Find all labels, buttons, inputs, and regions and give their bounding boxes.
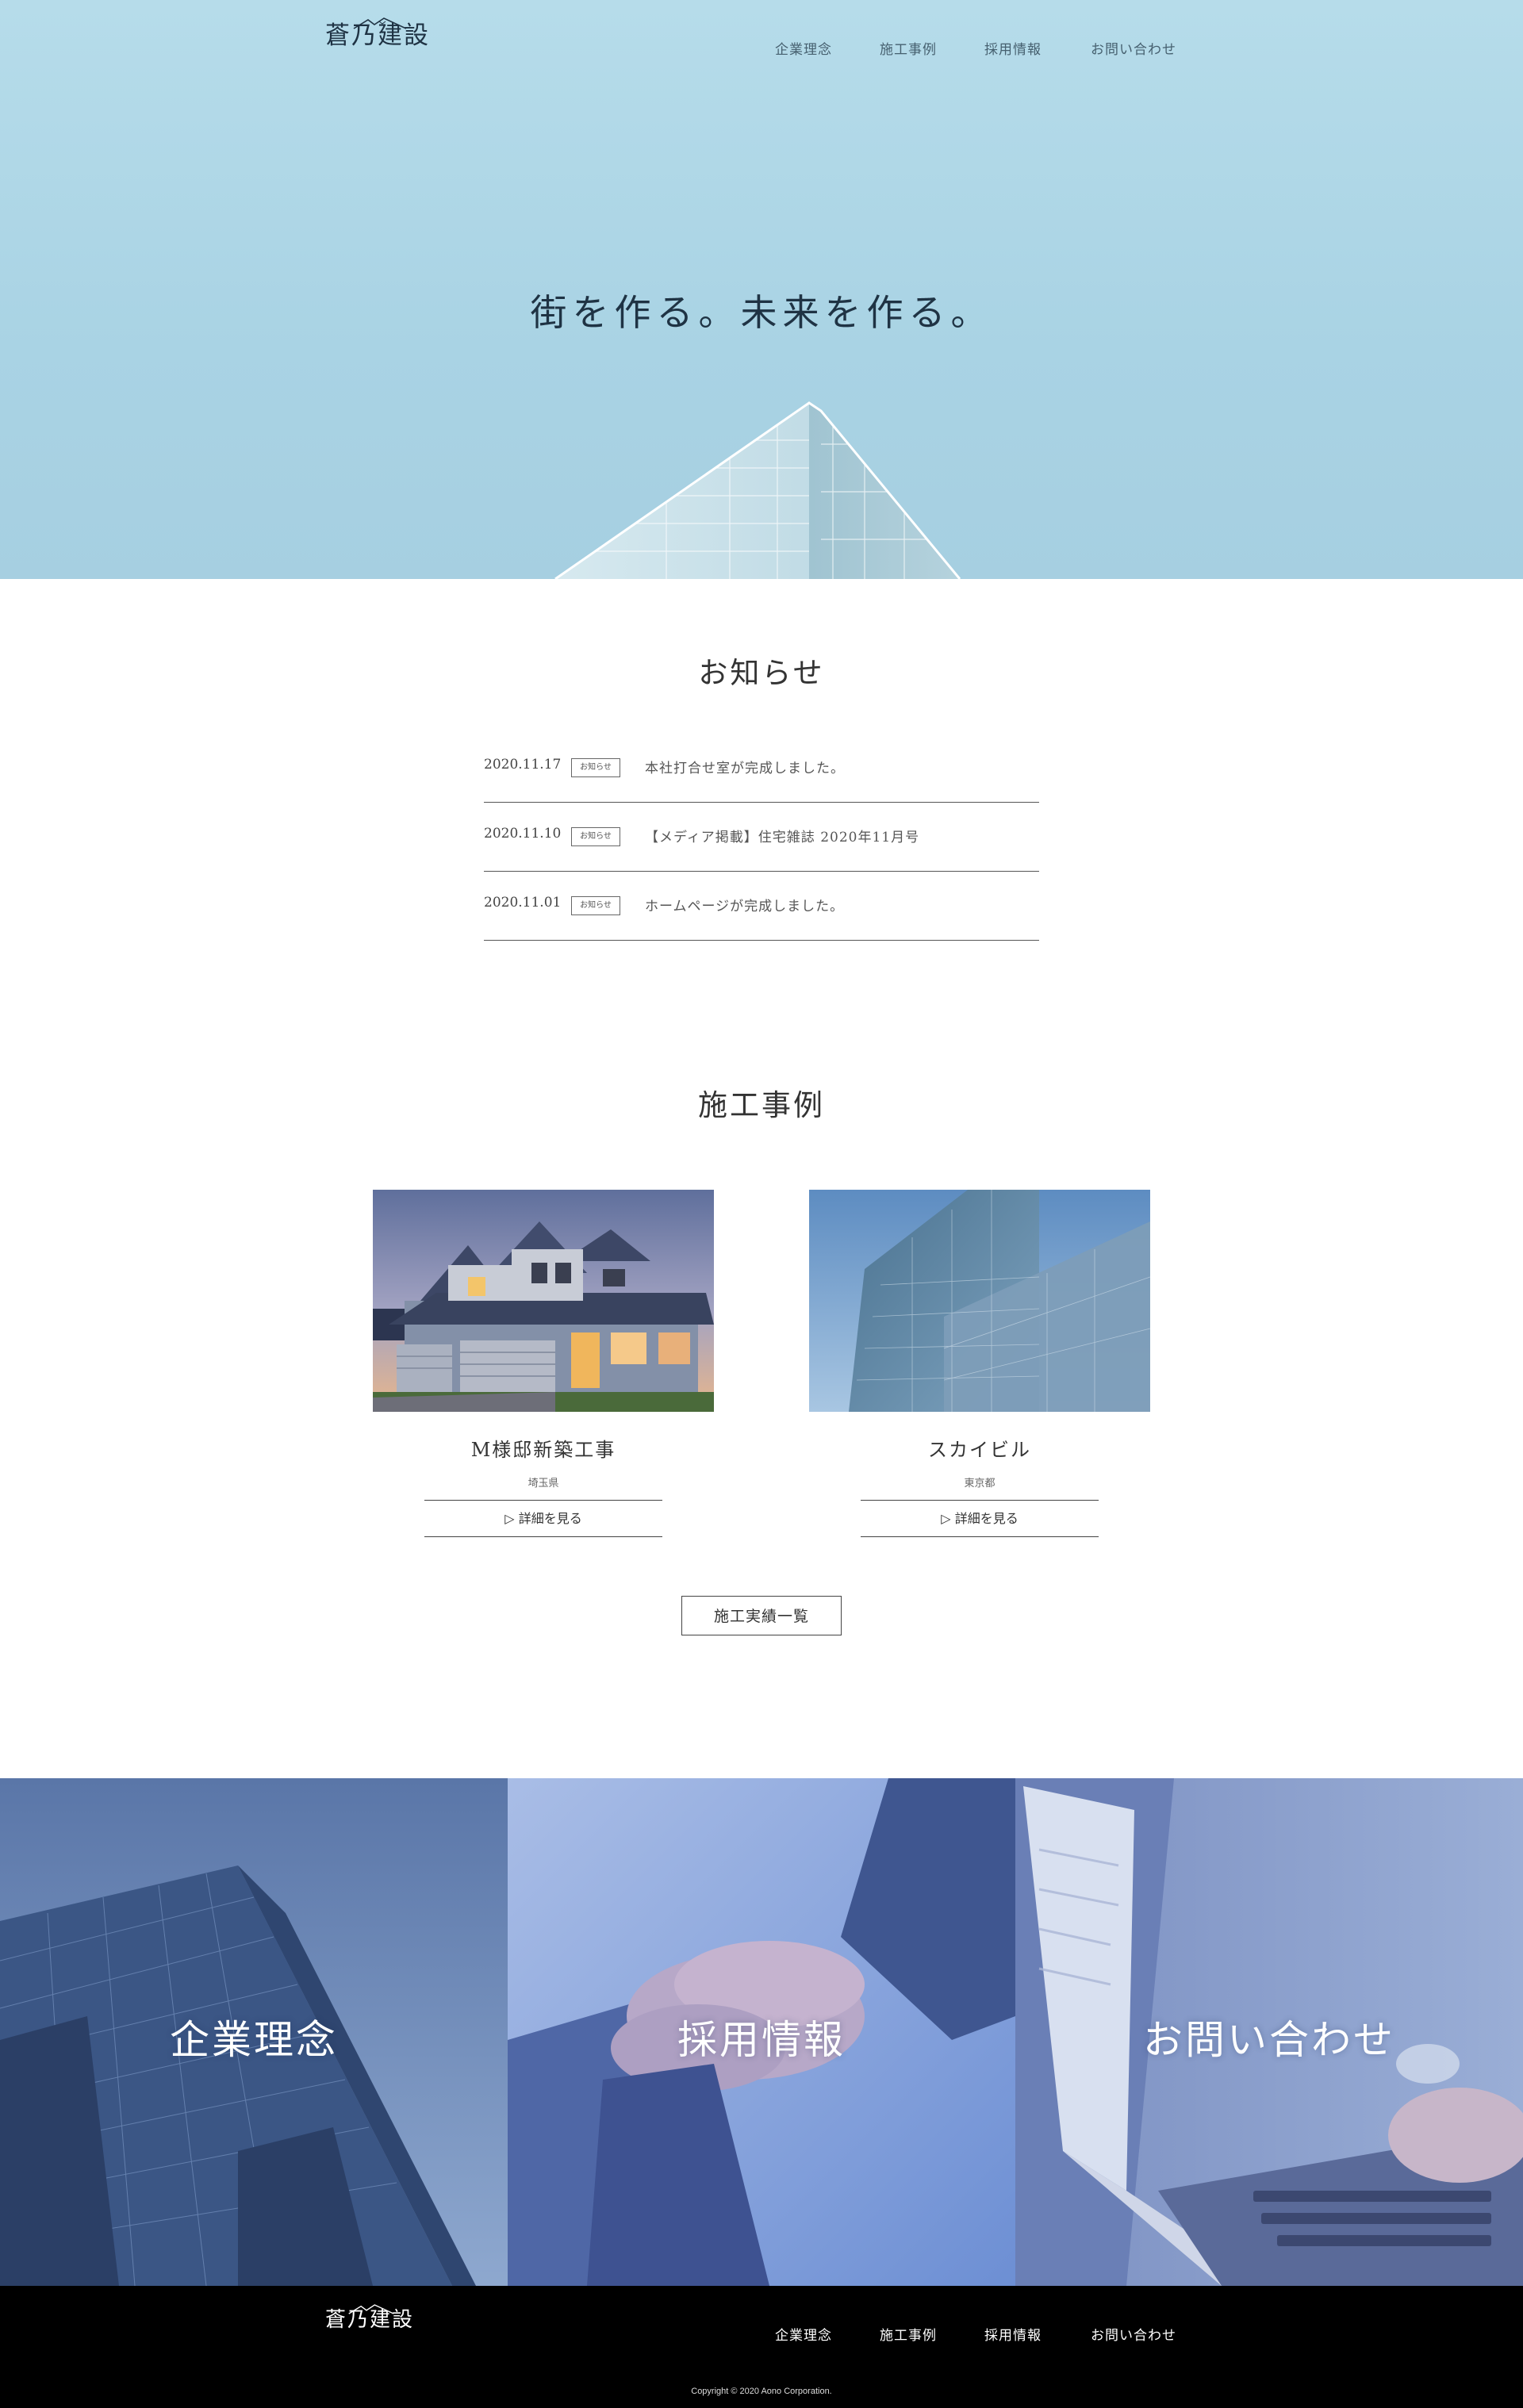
news-date: 2020.11.10 — [484, 826, 562, 842]
panel-label: 企業理念 — [170, 2017, 338, 2063]
office-building-photo[interactable] — [809, 1190, 1150, 1412]
news-tag: お知らせ — [571, 758, 620, 777]
footer-nav-recruit[interactable]: 採用情報 — [984, 2324, 1091, 2344]
brand-logo[interactable]: 蒼乃建設 — [325, 17, 430, 48]
news-item[interactable]: 2020.11.10 お知らせ 【メディア掲載】住宅雑誌 2020年11月号 — [484, 803, 1039, 872]
glass-building-image — [554, 401, 961, 579]
news-tag: お知らせ — [571, 896, 620, 915]
header-nav: 企業理念 施工事例 採用情報 お問い合わせ — [775, 38, 1176, 58]
nav-item-works[interactable]: 施工事例 — [880, 38, 984, 58]
panel-contact[interactable]: お問い合わせ — [1015, 1778, 1523, 2286]
news-tag: お知らせ — [571, 827, 620, 846]
hero-section: 蒼乃建設 企業理念 施工事例 採用情報 お問い合わせ 街を作る。未来を作る。 — [0, 0, 1523, 579]
panel-label: お問い合わせ — [1143, 2017, 1395, 2063]
footer-nav: 企業理念 施工事例 採用情報 お問い合わせ — [775, 2324, 1176, 2344]
news-item[interactable]: 2020.11.01 お知らせ ホームページが完成しました。 — [484, 872, 1039, 941]
news-title: お知らせ — [698, 656, 825, 690]
news-list: 2020.11.17 お知らせ 本社打合せ室が完成しました。 2020.11.1… — [484, 734, 1039, 941]
work-area: 東京都 — [964, 1478, 996, 1490]
works-title: 施工事例 — [698, 1088, 825, 1122]
nav-item-recruit[interactable]: 採用情報 — [984, 38, 1091, 58]
panel-philosophy[interactable]: 企業理念 — [0, 1778, 508, 2286]
works-list-button[interactable]: 施工実績一覧 — [681, 1596, 842, 1635]
panel-recruit[interactable]: 採用情報 — [508, 1778, 1015, 2286]
work-area: 埼玉県 — [527, 1478, 559, 1490]
nav-item-contact[interactable]: お問い合わせ — [1091, 38, 1176, 58]
panel-label: 採用情報 — [677, 2017, 846, 2063]
news-text[interactable]: 【メディア掲載】住宅雑誌 2020年11月号 — [645, 826, 919, 845]
mountain-icon — [353, 17, 407, 29]
news-item[interactable]: 2020.11.17 お知らせ 本社打合せ室が完成しました。 — [484, 734, 1039, 803]
footer-nav-contact[interactable]: お問い合わせ — [1091, 2324, 1176, 2344]
feature-panels: 企業理念 採用情報 お問い合わせ — [0, 1778, 1523, 2286]
work-card: スカイビル 東京都 ▷ 詳細を見る — [809, 1190, 1150, 1537]
work-card: M様邸新築工事 埼玉県 ▷ 詳細を見る — [373, 1190, 714, 1537]
footer-nav-works[interactable]: 施工事例 — [880, 2324, 984, 2344]
news-date: 2020.11.17 — [484, 757, 562, 773]
copyright: Copyright © 2020 Aono Corporation. — [691, 2387, 832, 2396]
news-text[interactable]: ホームページが完成しました。 — [645, 895, 844, 915]
news-date: 2020.11.01 — [484, 895, 562, 911]
work-detail-link[interactable]: ▷ 詳細を見る — [424, 1500, 662, 1537]
nav-item-philosophy[interactable]: 企業理念 — [775, 38, 880, 58]
work-title: M様邸新築工事 — [470, 1439, 616, 1461]
hero-catchcopy: 街を作る。未来を作る。 — [530, 291, 993, 334]
footer-nav-philosophy[interactable]: 企業理念 — [775, 2324, 880, 2344]
house-photo[interactable] — [373, 1190, 714, 1412]
footer-brand-logo[interactable]: 蒼乃建設 — [325, 2304, 414, 2330]
footer: 蒼乃建設 企業理念 施工事例 採用情報 お問い合わせ Copyright © 2… — [0, 2286, 1523, 2408]
mountain-icon — [348, 2304, 394, 2314]
news-text[interactable]: 本社打合せ室が完成しました。 — [645, 757, 845, 776]
work-title: スカイビル — [928, 1439, 1031, 1461]
work-detail-link[interactable]: ▷ 詳細を見る — [861, 1500, 1099, 1537]
